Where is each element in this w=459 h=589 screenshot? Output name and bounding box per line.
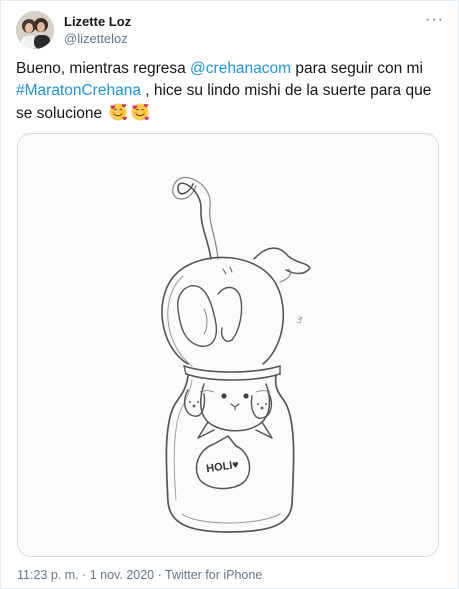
cat-face xyxy=(183,383,273,439)
avatar-photo-icon xyxy=(16,11,54,49)
cat-body xyxy=(161,247,311,367)
meta-separator: · xyxy=(154,568,166,582)
author-display-name[interactable]: Lizette Loz xyxy=(64,13,131,30)
tweet-text-part-1: Bueno, mientras regresa xyxy=(16,60,191,77)
cat-in-jar-drawing: HOLI♥ Liz xyxy=(161,177,311,533)
bubble-text: HOLI♥ xyxy=(206,459,240,475)
tweet-text: Bueno, mientras regresa @crehanacom para… xyxy=(16,58,444,125)
meta-separator: · xyxy=(78,568,90,582)
author-handle[interactable]: @lizetteloz xyxy=(64,30,131,47)
avatar[interactable] xyxy=(16,11,54,49)
tweet-text-part-2: para seguir con mi xyxy=(291,60,423,77)
tweet-date[interactable]: 1 nov. 2020 xyxy=(90,568,154,582)
jar-lid xyxy=(183,365,281,381)
tweet-header: Lizette Loz @lizetteloz xyxy=(16,11,131,49)
smiling-face-with-hearts-icon xyxy=(131,103,150,121)
tweet-card: Lizette Loz @lizetteloz ··· Bueno, mient… xyxy=(0,0,459,589)
tweet-metadata: 11:23 p. m. · 1 nov. 2020 · Twitter for … xyxy=(17,568,262,582)
tweet-time[interactable]: 11:23 p. m. xyxy=(17,568,79,582)
tweet-media[interactable]: HOLI♥ Liz xyxy=(17,133,439,557)
jar-body xyxy=(165,375,295,533)
mention-link[interactable]: @crehanacom xyxy=(190,60,291,77)
more-options-button[interactable]: ··· xyxy=(425,11,444,29)
artist-signature: Liz xyxy=(296,315,304,324)
hashtag-link[interactable]: #MaratonCrehana xyxy=(16,82,141,99)
smiling-face-with-hearts-icon xyxy=(109,103,128,121)
tweet-source[interactable]: Twitter for iPhone xyxy=(165,568,262,582)
cat-tail xyxy=(172,177,219,260)
